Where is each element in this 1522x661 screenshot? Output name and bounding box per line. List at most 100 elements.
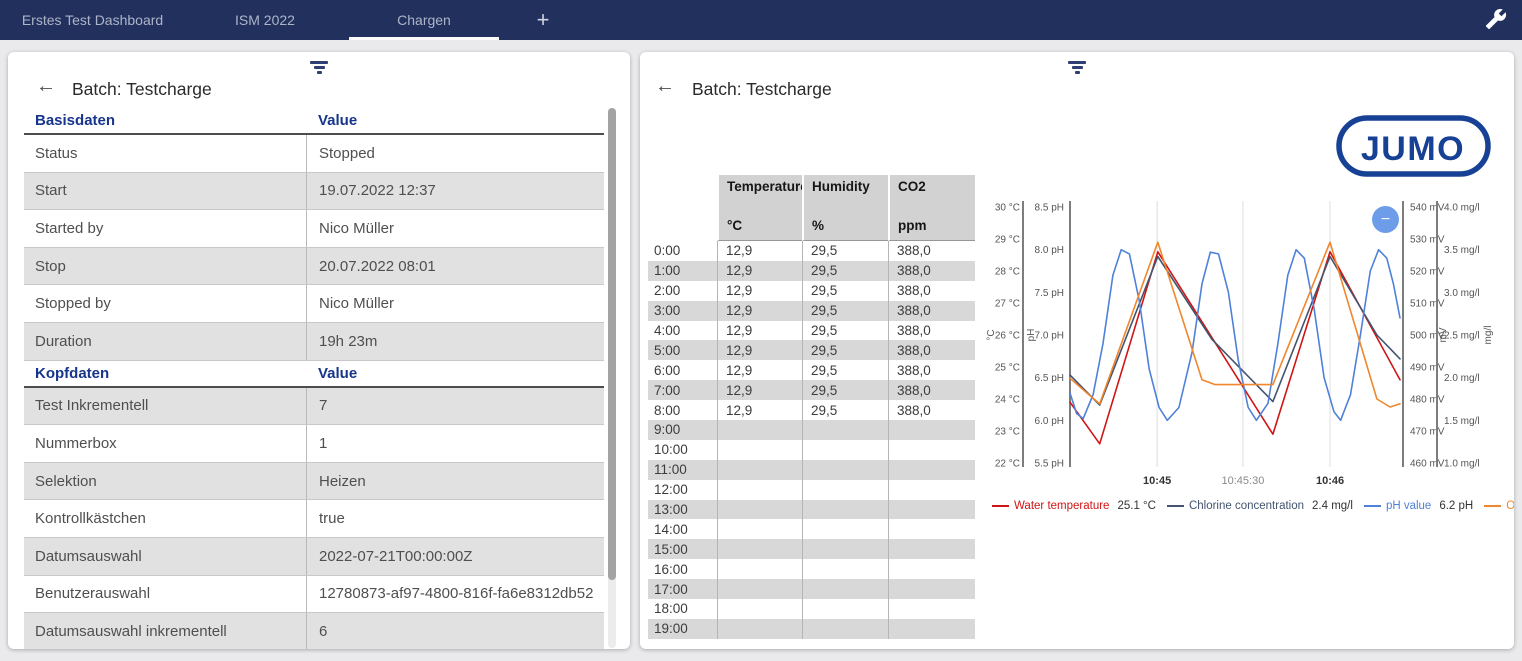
nav-tab-ism-2022[interactable]: ISM 2022	[185, 0, 345, 40]
table-row: Start19.07.2022 12:37	[24, 173, 604, 211]
wrench-icon	[1485, 8, 1507, 30]
legend-item[interactable]: ORP value486.9 mV	[1484, 500, 1514, 512]
table-row: Datumsauswahl2022-07-21T00:00:00Z	[24, 538, 604, 576]
chart-legend: Water temperature25.1 °C Chlorine concent…	[992, 495, 1500, 516]
svg-text:540 mV: 540 mV	[1410, 203, 1445, 214]
svg-text:7.5 pH: 7.5 pH	[1035, 288, 1064, 299]
legend-item[interactable]: Chlorine concentration2.4 mg/l	[1167, 500, 1353, 512]
table-row: Stop20.07.2022 08:01	[24, 248, 604, 286]
table-row: 19:00	[648, 619, 975, 639]
svg-text:480 mV: 480 mV	[1410, 395, 1445, 406]
page-title: Batch: Testcharge	[692, 79, 832, 100]
table-row: 2:0012,929,5388,0	[648, 281, 975, 301]
svg-text:8.5 pH: 8.5 pH	[1035, 203, 1064, 214]
table-row: Kontrollkästchentrue	[24, 500, 604, 538]
table-row: Nummerbox1	[24, 425, 604, 463]
back-arrow-icon[interactable]: ←	[36, 76, 56, 96]
table-row: 12:00	[648, 480, 975, 500]
table-row: 10:00	[648, 440, 975, 460]
svg-text:mg/l: mg/l	[1483, 326, 1494, 345]
jumo-logo: JUMO	[1335, 110, 1492, 182]
column-header: CO2ppm	[888, 175, 975, 241]
legend-item[interactable]: pH value6.2 pH	[1364, 500, 1473, 512]
table-row: 8:0012,929,5388,0	[648, 400, 975, 420]
svg-text:3.0 mg/l: 3.0 mg/l	[1444, 288, 1480, 299]
series-mv	[1070, 242, 1400, 407]
table-row: 17:00	[648, 579, 975, 599]
svg-text:2.5 mg/l: 2.5 mg/l	[1444, 331, 1480, 342]
filter-icon[interactable]	[1064, 59, 1090, 77]
svg-text:1.0 mg/l: 1.0 mg/l	[1444, 459, 1480, 470]
page-title: Batch: Testcharge	[72, 79, 212, 100]
section-header: BasisdatenValue	[24, 108, 604, 135]
svg-text:30 °C: 30 °C	[995, 203, 1020, 214]
svg-text:27 °C: 27 °C	[995, 299, 1020, 310]
table-row: Datumsauswahl inkrementell6	[24, 613, 604, 649]
table-row: 5:0012,929,5388,0	[648, 340, 975, 360]
svg-text:510 mV: 510 mV	[1410, 299, 1445, 310]
table-row: 18:00	[648, 599, 975, 619]
legend-swatch	[1167, 505, 1184, 507]
svg-text:26 °C: 26 °C	[995, 331, 1020, 342]
svg-text:2.0 mg/l: 2.0 mg/l	[1444, 373, 1480, 384]
svg-text:10:45:30: 10:45:30	[1222, 475, 1265, 487]
zoom-out-button[interactable]: −	[1372, 206, 1399, 233]
table-row: Started byNico Müller	[24, 210, 604, 248]
legend-item[interactable]: Water temperature25.1 °C	[992, 500, 1156, 512]
svg-text:470 mV: 470 mV	[1410, 427, 1445, 438]
batch-properties-table: BasisdatenValueStatusStoppedStart19.07.2…	[24, 108, 604, 649]
add-dashboard-tab-button[interactable]: +	[503, 0, 583, 40]
svg-text:22 °C: 22 °C	[995, 459, 1020, 470]
svg-text:3.5 mg/l: 3.5 mg/l	[1444, 245, 1480, 256]
table-row: 6:0012,929,5388,0	[648, 360, 975, 380]
table-row: 0:0012,929,5388,0	[648, 241, 975, 261]
column-header: Humidity%	[802, 175, 888, 241]
table-row: 13:00	[648, 500, 975, 520]
svg-text:10:45: 10:45	[1143, 475, 1171, 487]
svg-text:6.0 pH: 6.0 pH	[1035, 416, 1064, 427]
back-arrow-icon[interactable]: ←	[655, 76, 675, 96]
measurement-table: Temperature°CHumidity%CO2ppm 0:0012,929,…	[648, 175, 975, 639]
svg-text:JUMO: JUMO	[1361, 130, 1465, 168]
table-row: 1:0012,929,5388,0	[648, 261, 975, 281]
table-row: 4:0012,929,5388,0	[648, 321, 975, 341]
svg-text:4.0 mg/l: 4.0 mg/l	[1444, 203, 1480, 214]
svg-text:530 mV: 530 mV	[1410, 235, 1445, 246]
svg-text:1.5 mg/l: 1.5 mg/l	[1444, 416, 1480, 427]
table-row: 3:0012,929,5388,0	[648, 301, 975, 321]
svg-text:7.0 pH: 7.0 pH	[1035, 331, 1064, 342]
svg-text:24 °C: 24 °C	[995, 395, 1020, 406]
section-header: KopfdatenValue	[24, 361, 604, 388]
series-mgl	[1070, 257, 1400, 406]
legend-swatch	[992, 505, 1009, 507]
scrollbar-track[interactable]	[608, 108, 616, 648]
table-row: StatusStopped	[24, 135, 604, 173]
svg-text:25 °C: 25 °C	[995, 363, 1020, 374]
scrollbar-thumb[interactable]	[608, 108, 616, 580]
series-ph	[1070, 250, 1400, 421]
table-row: Duration19h 23m	[24, 323, 604, 361]
filter-icon[interactable]	[306, 59, 332, 77]
table-row: 14:00	[648, 519, 975, 539]
settings-wrench-button[interactable]	[1482, 7, 1510, 33]
table-row: Test Inkrementell7	[24, 388, 604, 426]
table-row: 11:00	[648, 460, 975, 480]
table-row: 16:00	[648, 559, 975, 579]
svg-text:6.5 pH: 6.5 pH	[1035, 373, 1064, 384]
svg-text:490 mV: 490 mV	[1410, 363, 1445, 374]
table-row: Benutzerauswahl12780873-af97-4800-816f-f…	[24, 576, 604, 614]
svg-text:pH: pH	[1026, 329, 1037, 342]
top-navbar: Erstes Test DashboardISM 2022Chargen +	[0, 0, 1522, 40]
batch-trend-panel: ← Batch: Testcharge JUMO Temperature°CHu…	[640, 52, 1514, 649]
svg-text:°C: °C	[986, 329, 997, 340]
svg-text:29 °C: 29 °C	[995, 235, 1020, 246]
nav-tab-erstes-test-dashboard[interactable]: Erstes Test Dashboard	[0, 0, 185, 40]
batch-detail-panel: ← Batch: Testcharge BasisdatenValueStatu…	[8, 52, 630, 649]
table-row: SelektionHeizen	[24, 463, 604, 501]
svg-text:520 mV: 520 mV	[1410, 267, 1445, 278]
table-row: Stopped byNico Müller	[24, 285, 604, 323]
nav-tab-chargen[interactable]: Chargen	[345, 0, 503, 40]
legend-swatch	[1364, 505, 1381, 507]
table-row: 15:00	[648, 539, 975, 559]
legend-swatch	[1484, 505, 1501, 507]
